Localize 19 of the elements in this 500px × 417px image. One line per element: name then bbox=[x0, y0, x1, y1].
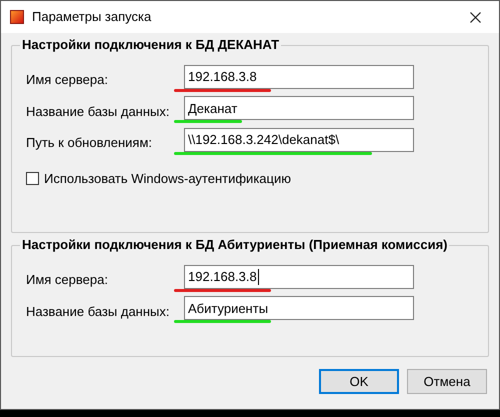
text-field[interactable]: 192.168.3.8 bbox=[184, 64, 414, 89]
text-field[interactable]: Абитуриенты bbox=[184, 296, 414, 320]
field-label: Путь к обновлениям: bbox=[26, 134, 154, 152]
dialog-button[interactable]: Отмена bbox=[407, 369, 487, 394]
close-icon bbox=[470, 12, 480, 22]
window-title: Параметры запуска bbox=[32, 8, 152, 26]
group-title: Настройки подключения к БД Абитуриенты (Приемная комиссия) bbox=[20, 237, 450, 253]
field-label: Имя сервера: bbox=[26, 271, 109, 289]
text-field[interactable]: Деканат bbox=[184, 96, 414, 120]
dialog-button[interactable]: OK bbox=[319, 369, 399, 394]
group-title: Настройки подключения к БД ДЕКАНАТ bbox=[20, 37, 282, 53]
field-label: Название базы данных: bbox=[26, 102, 170, 121]
app-icon bbox=[10, 10, 24, 24]
checkbox-label: Использовать Windows-аутентификацию bbox=[44, 170, 291, 188]
checkbox[interactable] bbox=[26, 172, 39, 185]
text-field[interactable]: 192.168.3.8 bbox=[184, 264, 414, 289]
field-label: Название базы данных: bbox=[26, 302, 170, 321]
field-label: Имя сервера: bbox=[26, 71, 109, 89]
text-field[interactable]: \\192.168.3.242\dekanat$\ bbox=[184, 128, 414, 152]
